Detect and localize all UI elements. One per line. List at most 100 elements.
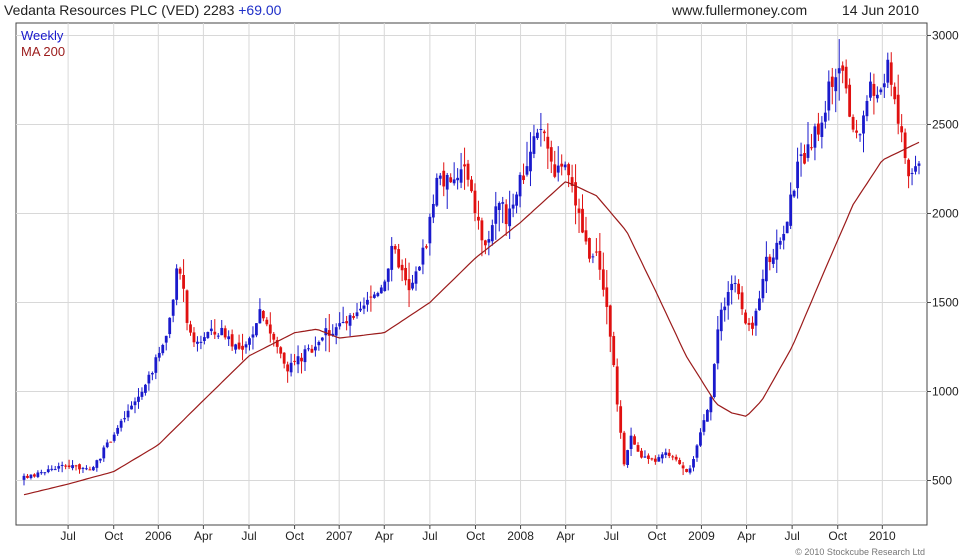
- candle-body: [626, 450, 630, 465]
- candle-body: [400, 264, 404, 271]
- candle-body: [820, 122, 824, 137]
- candle-body: [893, 86, 897, 100]
- candle-body: [88, 469, 92, 471]
- candle-body: [480, 220, 484, 241]
- candle-body: [716, 329, 720, 364]
- candle-body: [241, 345, 244, 350]
- candle-body: [442, 170, 446, 187]
- candle-body: [116, 427, 120, 434]
- candle-body: [178, 268, 182, 274]
- candle-body: [303, 349, 307, 363]
- candle-body: [98, 458, 102, 461]
- candle-body: [917, 163, 921, 166]
- candle-body: [671, 456, 675, 458]
- candle: [255, 323, 258, 338]
- candle-body: [601, 269, 605, 290]
- candle-body: [307, 348, 310, 350]
- candle-body: [202, 337, 206, 341]
- x-tick-label: 2006: [145, 529, 172, 543]
- candle-body: [647, 455, 650, 459]
- candle: [175, 264, 179, 306]
- candle-body: [529, 151, 532, 172]
- x-tick-label: 2010: [869, 529, 896, 543]
- plot-area: [15, 22, 928, 526]
- candle-body: [421, 247, 425, 265]
- candle-body: [192, 332, 196, 343]
- candle-body: [71, 465, 74, 469]
- candle-body: [223, 328, 227, 338]
- candle-body: [497, 203, 501, 211]
- candle-body: [598, 250, 602, 270]
- candle-body: [886, 59, 890, 83]
- candle-body: [300, 357, 303, 362]
- candle-body: [719, 309, 723, 332]
- candle-body: [640, 450, 643, 458]
- candle-body: [879, 89, 883, 93]
- candle-body: [685, 468, 688, 472]
- candle-body: [816, 123, 820, 135]
- candle-body: [851, 116, 855, 130]
- candle-body: [463, 164, 466, 167]
- candle-body: [553, 164, 557, 177]
- candle-body: [914, 166, 917, 172]
- candle-body: [251, 334, 255, 338]
- candle-body: [594, 251, 598, 253]
- candle-body: [157, 352, 161, 358]
- candle-body: [466, 163, 470, 180]
- candle-body: [494, 206, 498, 224]
- candle-body: [310, 348, 314, 353]
- candle-body: [196, 341, 199, 344]
- candle-body: [46, 469, 50, 473]
- candle-body: [813, 126, 817, 148]
- candle-body: [896, 94, 900, 124]
- candle-body: [67, 465, 71, 468]
- candle-body: [414, 271, 418, 284]
- candle-body: [425, 246, 428, 248]
- candle-body: [615, 366, 619, 405]
- candle-body: [279, 347, 283, 354]
- candle-body: [577, 208, 581, 213]
- candle-body: [907, 159, 910, 177]
- candle-body: [751, 322, 754, 329]
- candle-body: [546, 136, 550, 149]
- candle-body: [775, 242, 779, 260]
- candle-body: [255, 323, 258, 336]
- candle-body: [584, 230, 588, 242]
- x-tick-label: Apr: [737, 529, 756, 543]
- candle-body: [678, 460, 682, 465]
- candle-body: [563, 164, 567, 168]
- candle-body: [85, 468, 88, 470]
- candle-body: [768, 256, 772, 263]
- candle-body: [477, 216, 480, 221]
- candle-body: [206, 331, 210, 338]
- candle-body: [903, 132, 907, 159]
- candle-body: [792, 190, 796, 197]
- candle: [785, 221, 789, 234]
- candle-body: [733, 283, 737, 285]
- candle-body: [161, 345, 165, 354]
- y-tick-label: 2500: [932, 117, 959, 131]
- candle-body: [320, 337, 324, 341]
- candle-body: [872, 83, 876, 96]
- candle-body: [869, 81, 872, 98]
- candle-body: [511, 204, 515, 209]
- candle-body: [449, 177, 453, 183]
- candle-body: [865, 100, 869, 117]
- candle-body: [549, 147, 553, 162]
- candle-body: [60, 464, 64, 466]
- candle-body: [699, 432, 702, 446]
- y-tick-label: 1500: [932, 295, 959, 309]
- candle-body: [144, 384, 147, 393]
- candle-body: [525, 166, 529, 175]
- candle-body: [803, 152, 806, 164]
- candle-body: [810, 147, 813, 149]
- x-tick-label: Oct: [648, 529, 667, 543]
- x-tick-label: Oct: [466, 529, 485, 543]
- candle: [712, 363, 716, 399]
- candle-body: [369, 296, 373, 298]
- candle-body: [102, 447, 106, 459]
- candle-body: [383, 281, 387, 291]
- candle-body: [185, 290, 189, 323]
- candle-body: [130, 405, 133, 410]
- candle-body: [608, 305, 612, 337]
